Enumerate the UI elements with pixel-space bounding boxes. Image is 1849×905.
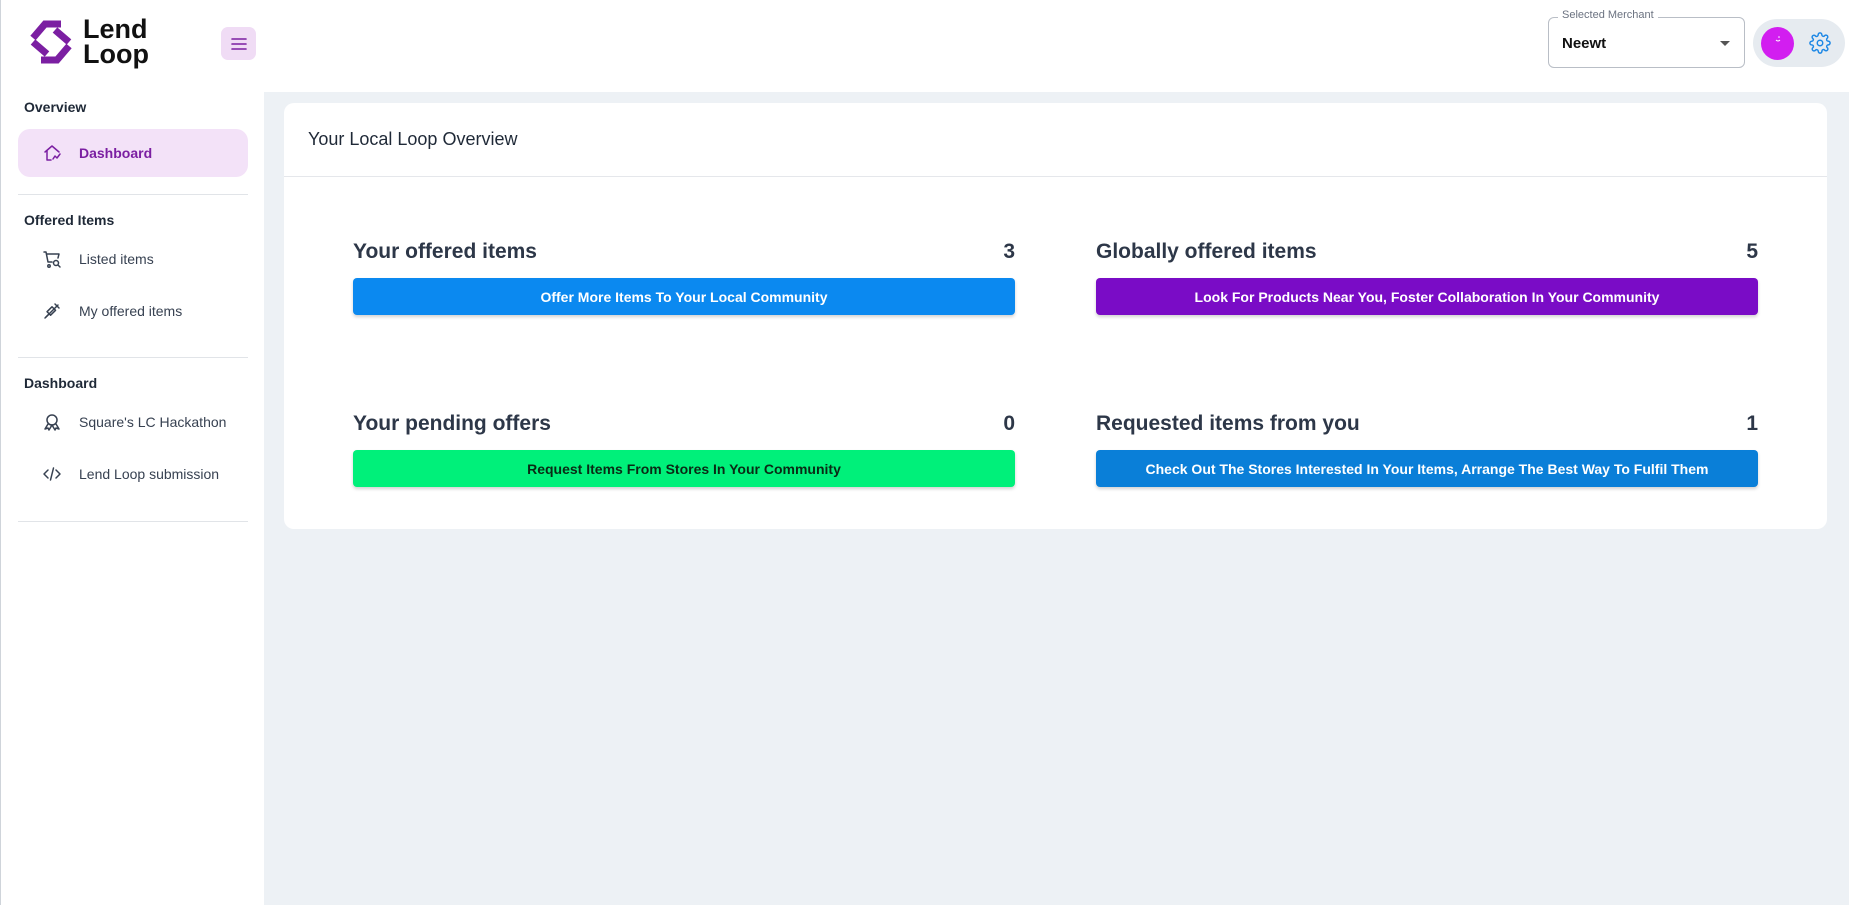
nav-section-dashboard: Dashboard Square's LC Hackathon Lend Loo… [1,373,265,498]
sidebar-item-lend-loop-submission[interactable]: Lend Loop submission [18,450,248,498]
card-divider [284,176,1827,177]
overview-card: Your Local Loop Overview Your offered it… [284,103,1827,529]
award-icon [42,412,62,432]
look-for-products-button[interactable]: Look For Products Near You, Foster Colla… [1096,278,1758,315]
settings-gear-icon[interactable] [1809,32,1831,54]
sidebar-item-label: Listed items [79,251,154,267]
section-title-dashboard: Dashboard [24,375,98,391]
section-title-offered-items: Offered Items [24,212,115,228]
offer-more-items-button[interactable]: Offer More Items To Your Local Community [353,278,1015,315]
sidebar-item-label: Dashboard [79,145,153,161]
sidebar-item-label: Lend Loop submission [79,466,220,482]
stat-requested-items-from-you: Requested items from you 1 Check Out The… [1096,411,1758,487]
home-chart-icon [42,143,62,163]
stat-count: 5 [1746,240,1758,263]
stat-label: Your pending offers [353,412,551,435]
sidebar-item-dashboard[interactable]: Dashboard [18,129,248,177]
main-content: Your Local Loop Overview Your offered it… [264,92,1849,905]
sidebar-divider [18,194,248,195]
merchant-select-label: Selected Merchant [1558,9,1658,21]
sidebar-divider [18,521,248,522]
card-title: Your Local Loop Overview [308,129,518,149]
sidebar: Lend Loop Overview Dashboard Offered Ite… [0,0,264,905]
sidebar-item-squares-lc-hackathon[interactable]: Square's LC Hackathon [18,398,248,446]
section-title-overview: Overview [24,99,87,115]
sidebar-divider [18,357,248,358]
cart-search-icon [42,249,62,269]
top-header: Selected Merchant Neewt [264,0,1849,92]
stat-label: Requested items from you [1096,412,1360,435]
request-items-button[interactable]: Request Items From Stores In Your Commun… [353,450,1015,487]
sidebar-item-listed-items[interactable]: Listed items [18,235,248,283]
brand-name: Lend Loop [83,16,149,69]
avatar[interactable] [1761,27,1794,60]
stat-count: 3 [1003,240,1015,263]
sidebar-item-label: My offered items [79,303,183,319]
nav-section-overview: Overview Dashboard [1,97,265,177]
caret-down-icon [1720,41,1730,46]
menu-toggle-button[interactable] [221,27,256,60]
check-out-stores-button[interactable]: Check Out The Stores Interested In Your … [1096,450,1758,487]
lend-loop-logo[interactable]: Lend Loop [25,16,149,68]
brand-name-line2: Loop [83,39,149,69]
stat-count: 0 [1003,412,1015,435]
stat-your-offered-items: Your offered items 3 Offer More Items To… [353,239,1015,315]
stat-count: 1 [1746,412,1758,435]
stat-your-pending-offers: Your pending offers 0 Request Items From… [353,411,1015,487]
stat-label: Globally offered items [1096,240,1317,263]
pill-icon [42,301,62,321]
nav-section-offered-items: Offered Items Listed items My offered it… [1,210,265,335]
lend-loop-logo-icon [30,20,72,64]
sidebar-item-my-offered-items[interactable]: My offered items [18,287,248,335]
hamburger-icon [230,37,247,50]
merchant-select[interactable]: Selected Merchant Neewt [1548,9,1745,68]
stat-globally-offered-items: Globally offered items 5 Look For Produc… [1096,239,1758,315]
user-menu [1753,19,1845,67]
stat-label: Your offered items [353,240,537,263]
merchant-select-value: Neewt [1562,35,1607,52]
sidebar-item-label: Square's LC Hackathon [79,414,227,430]
code-icon [42,464,62,484]
